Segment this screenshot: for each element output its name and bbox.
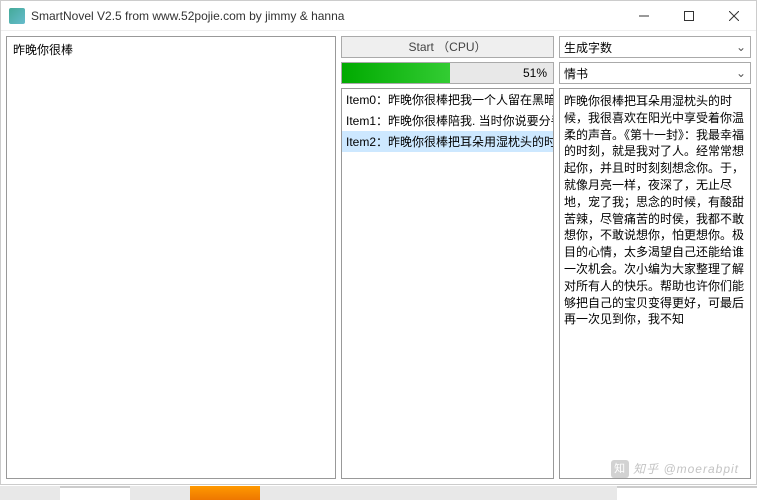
app-icon [9, 8, 25, 24]
minimize-button[interactable] [621, 1, 666, 31]
char-count-dropdown[interactable]: 生成字数 ⌄ [559, 36, 751, 58]
start-button[interactable]: Start （CPU） [341, 36, 554, 58]
progress-percent: 51% [523, 66, 547, 80]
chevron-down-icon: ⌄ [736, 40, 746, 54]
window-controls [621, 1, 756, 31]
list-item[interactable]: Item0：昨晚你很棒把我一个人留在黑暗里, [342, 89, 553, 110]
minimize-icon [639, 11, 649, 21]
control-row-1: Start （CPU） 生成字数 ⌄ [341, 36, 751, 58]
maximize-button[interactable] [666, 1, 711, 31]
progress-fill [342, 63, 450, 83]
close-button[interactable] [711, 1, 756, 31]
title-bar: SmartNovel V2.5 from www.52pojie.com by … [1, 1, 756, 31]
results-list[interactable]: Item0：昨晚你很棒把我一个人留在黑暗里, Item1：昨晚你很棒陪我. 当时… [341, 88, 554, 479]
control-row-2: 51% 情书 ⌄ [341, 62, 751, 84]
category-dropdown[interactable]: 情书 ⌄ [559, 62, 751, 84]
chevron-down-icon: ⌄ [736, 66, 746, 80]
list-item[interactable]: Item2：昨晚你很棒把耳朵用湿枕头的时候, [342, 131, 553, 152]
window-title: SmartNovel V2.5 from www.52pojie.com by … [31, 9, 621, 23]
app-window: SmartNovel V2.5 from www.52pojie.com by … [0, 0, 757, 485]
output-text[interactable]: 昨晚你很棒把耳朵用湿枕头的时候，我很喜欢在阳光中享受着你温柔的声音。《第十一封》… [559, 88, 751, 479]
progress-bar: 51% [341, 62, 554, 84]
maximize-icon [684, 11, 694, 21]
content-area: 昨晚你很棒 Start （CPU） 生成字数 ⌄ 51% 情书 ⌄ [1, 31, 756, 484]
input-panel[interactable]: 昨晚你很棒 [6, 36, 336, 479]
results-row: Item0：昨晚你很棒把我一个人留在黑暗里, Item1：昨晚你很棒陪我. 当时… [341, 88, 751, 479]
close-icon [729, 11, 739, 21]
right-panel: Start （CPU） 生成字数 ⌄ 51% 情书 ⌄ Item0：昨晚 [341, 36, 751, 479]
prompt-input[interactable]: 昨晚你很棒 [7, 37, 335, 62]
list-item[interactable]: Item1：昨晚你很棒陪我. 当时你说要分手了 [342, 110, 553, 131]
taskbar-fragment [0, 486, 757, 500]
dropdown-value: 生成字数 [564, 39, 612, 56]
dropdown-value: 情书 [564, 65, 588, 82]
